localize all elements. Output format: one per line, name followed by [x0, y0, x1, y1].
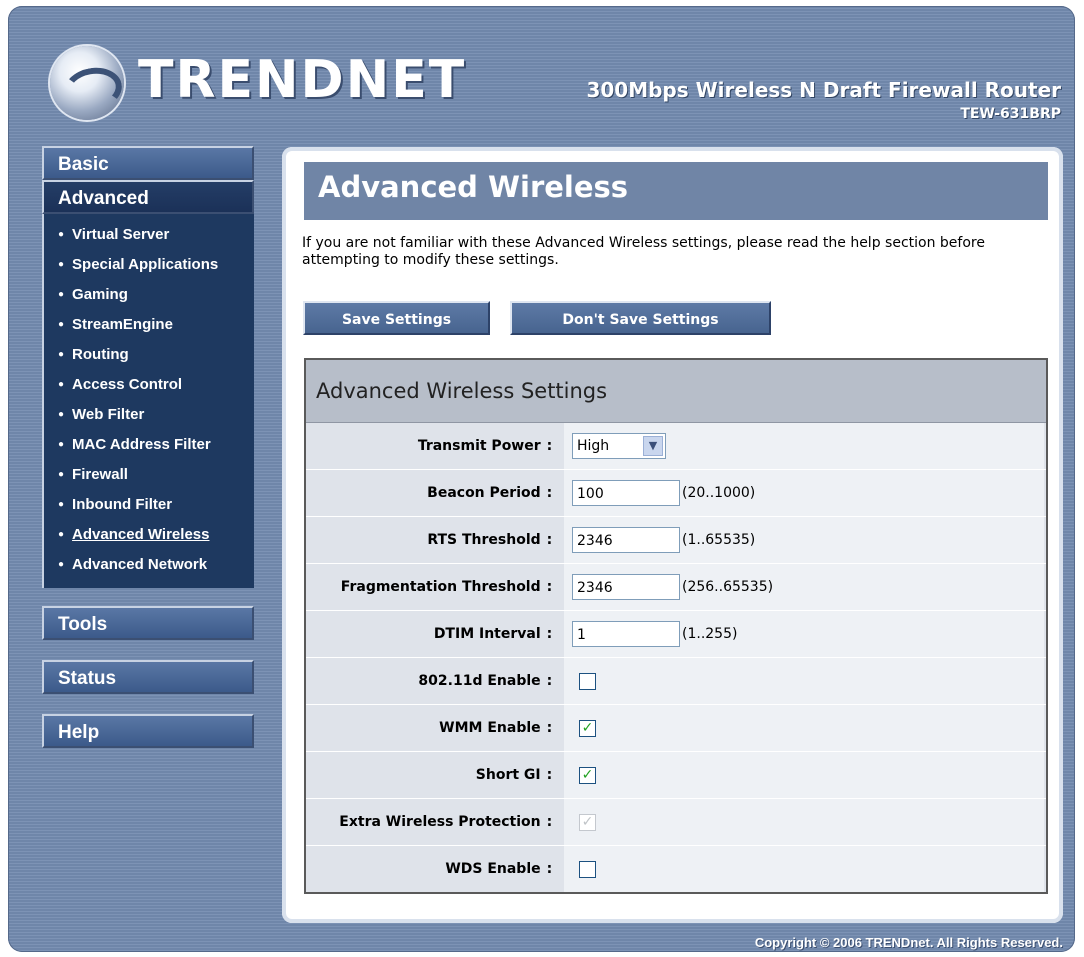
sidebar-item-gaming[interactable]: ● Gaming: [44, 280, 254, 310]
wds-enable-label: WDS Enable: [445, 861, 541, 877]
rts-threshold-range: (1..65535): [682, 532, 756, 548]
row-80211d-enable: 802.11d Enable:: [306, 658, 1046, 705]
sidebar-item-access-control[interactable]: ● Access Control: [44, 370, 254, 400]
sidebar-item-advanced-wireless[interactable]: ● Advanced Wireless: [44, 520, 254, 550]
dont-save-settings-button[interactable]: Don't Save Settings: [510, 301, 771, 335]
product-title: 300Mbps Wireless N Draft Firewall Router: [586, 78, 1061, 102]
sidebar: Basic Advanced ● Virtual Server ● Special …: [42, 146, 258, 748]
page-title-bar: Advanced Wireless: [304, 162, 1048, 220]
sidebar-item-special-applications[interactable]: ● Special Applications: [44, 250, 254, 280]
row-rts-threshold: RTS Threshold: 2346 (1..65535): [306, 517, 1046, 564]
save-settings-button[interactable]: Save Settings: [303, 301, 490, 335]
row-extra-wireless-protection: Extra Wireless Protection: ✓: [306, 799, 1046, 846]
nav-tools[interactable]: Tools: [42, 606, 254, 640]
sidebar-item-firewall[interactable]: ● Firewall: [44, 460, 254, 490]
row-wmm-enable: WMM Enable: ✓: [306, 705, 1046, 752]
beacon-period-range: (20..1000): [682, 485, 756, 501]
checkmark-icon: ✓: [581, 720, 594, 736]
sidebar-item-mac-address-filter[interactable]: ● MAC Address Filter: [44, 430, 254, 460]
trendnet-logo-icon: [50, 46, 126, 120]
logo-text: TRENDNET: [138, 50, 467, 110]
checkmark-icon: ✓: [581, 814, 594, 830]
intro-text: If you are not familiar with these Advan…: [302, 235, 985, 268]
header: TRENDNET 300Mbps Wireless N Draft Firewa…: [8, 6, 1075, 146]
row-beacon-period: Beacon Period: 100 (20..1000): [306, 470, 1046, 517]
sidebar-item-streamengine[interactable]: ● StreamEngine: [44, 310, 254, 340]
row-fragmentation-threshold: Fragmentation Threshold: 2346 (256..6553…: [306, 564, 1046, 611]
fragmentation-threshold-input[interactable]: 2346: [572, 574, 680, 600]
transmit-power-select[interactable]: High ▼: [572, 433, 666, 459]
80211d-enable-label: 802.11d Enable: [418, 673, 541, 689]
beacon-period-label: Beacon Period: [427, 485, 541, 501]
page-title: Advanced Wireless: [318, 170, 629, 204]
row-short-gi: Short GI: ✓: [306, 752, 1046, 799]
wmm-enable-label: WMM Enable: [439, 720, 541, 736]
fragmentation-threshold-range: (256..65535): [682, 579, 774, 595]
nav-basic[interactable]: Basic: [42, 146, 254, 180]
checkmark-icon: ✓: [581, 767, 594, 783]
beacon-period-input[interactable]: 100: [572, 480, 680, 506]
dtim-interval-input[interactable]: 1: [572, 621, 680, 647]
wds-enable-checkbox[interactable]: [579, 861, 596, 878]
transmit-power-value: High: [577, 438, 610, 454]
sidebar-item-routing[interactable]: ● Routing: [44, 340, 254, 370]
nav-advanced[interactable]: Advanced: [42, 180, 254, 214]
advanced-submenu: ● Virtual Server ● Special Applications ● G…: [42, 214, 254, 588]
extra-wireless-protection-checkbox: ✓: [579, 814, 596, 831]
section-title: Advanced Wireless Settings: [316, 379, 608, 403]
row-dtim-interval: DTIM Interval: 1 (1..255): [306, 611, 1046, 658]
dtim-interval-label: DTIM Interval: [433, 626, 541, 642]
sidebar-item-inbound-filter[interactable]: ● Inbound Filter: [44, 490, 254, 520]
dtim-interval-range: (1..255): [682, 626, 738, 642]
app-frame: TRENDNET 300Mbps Wireless N Draft Firewa…: [8, 6, 1075, 952]
short-gi-label: Short GI: [475, 767, 541, 783]
rts-threshold-label: RTS Threshold: [427, 532, 541, 548]
sidebar-item-advanced-network[interactable]: ● Advanced Network: [44, 550, 254, 580]
transmit-power-label: Transmit Power: [417, 438, 541, 454]
content-panel: Advanced Wireless If you are not familia…: [282, 147, 1063, 923]
80211d-enable-checkbox[interactable]: [579, 673, 596, 690]
sidebar-item-web-filter[interactable]: ● Web Filter: [44, 400, 254, 430]
extra-wireless-protection-label: Extra Wireless Protection: [339, 814, 541, 830]
section-header: Advanced Wireless Settings: [306, 360, 1046, 423]
short-gi-checkbox[interactable]: ✓: [579, 767, 596, 784]
fragmentation-threshold-label: Fragmentation Threshold: [340, 579, 541, 595]
row-wds-enable: WDS Enable:: [306, 846, 1046, 892]
advanced-wireless-settings-table: Advanced Wireless Settings Transmit Powe…: [304, 358, 1048, 894]
row-transmit-power: Transmit Power: High ▼: [306, 423, 1046, 470]
copyright-text: Copyright © 2006 TRENDnet. All Rights Re…: [754, 935, 1063, 950]
sidebar-item-virtual-server[interactable]: ● Virtual Server: [44, 220, 254, 250]
wmm-enable-checkbox[interactable]: ✓: [579, 720, 596, 737]
nav-help[interactable]: Help: [42, 714, 254, 748]
rts-threshold-input[interactable]: 2346: [572, 527, 680, 553]
nav-status[interactable]: Status: [42, 660, 254, 694]
chevron-down-icon[interactable]: ▼: [643, 436, 663, 456]
product-model: TEW-631BRP: [960, 106, 1061, 122]
